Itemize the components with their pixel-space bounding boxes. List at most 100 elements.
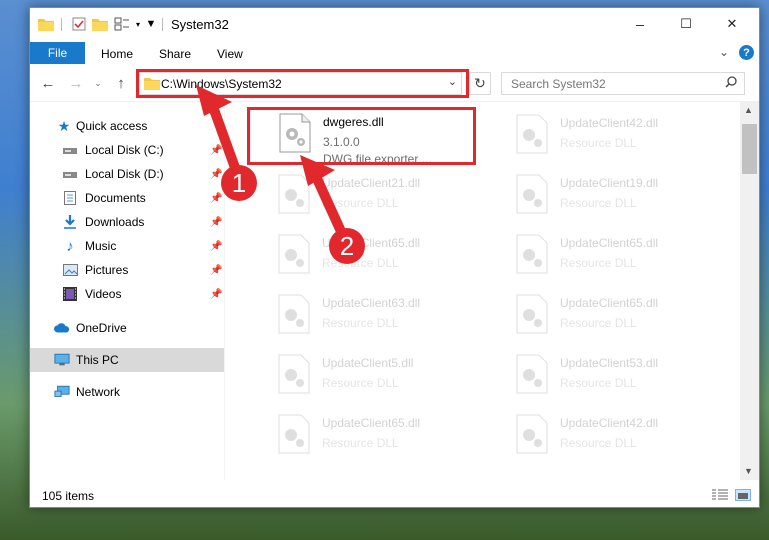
file-name: UpdateClient65.dll	[560, 296, 659, 310]
tab-home[interactable]: Home	[101, 47, 133, 61]
scroll-thumb[interactable]	[742, 124, 757, 174]
navigation-pane: ★ Quick access Local Disk (C:) 📌 Local D…	[30, 102, 224, 480]
search-input[interactable]: Search System32	[501, 72, 745, 95]
file-type: Resource DLL	[560, 316, 637, 330]
sidebar-item-music[interactable]: ♪ Music 📌	[30, 234, 224, 258]
dll-file-icon	[516, 234, 548, 274]
dll-file-icon	[516, 114, 548, 154]
dll-file-icon	[278, 354, 310, 394]
file-highlight	[247, 107, 476, 165]
sidebar-item-quick-access[interactable]: ★ Quick access	[30, 114, 224, 138]
file-name: UpdateClient21.dll	[322, 176, 421, 190]
sidebar-item-label: Documents	[85, 191, 146, 205]
file-name: UpdateClient42.dll	[560, 116, 659, 130]
address-bar-highlight	[136, 69, 469, 98]
large-icons-view-icon[interactable]	[735, 489, 751, 501]
file-item[interactable]: UpdateClient21.dll Resource DLL	[250, 170, 476, 226]
file-item[interactable]: UpdateClient42.dll Resource DLL	[488, 110, 714, 166]
file-name: UpdateClient63.dll	[322, 296, 421, 310]
file-type: Resource DLL	[560, 376, 637, 390]
window-title: System32	[171, 17, 229, 32]
sidebar-item-local-disk-d[interactable]: Local Disk (D:) 📌	[30, 162, 224, 186]
sidebar-item-onedrive[interactable]: OneDrive	[30, 316, 224, 340]
dll-file-icon	[516, 174, 548, 214]
file-item[interactable]: UpdateClient42.dll Resource DLL	[488, 410, 714, 466]
quick-access-toolbar-menu-icon[interactable]: ▼	[143, 16, 159, 32]
pin-icon[interactable]: 📌	[210, 169, 222, 180]
sidebar-item-label: Music	[85, 239, 117, 253]
properties-icon[interactable]	[71, 16, 87, 32]
help-icon[interactable]: ?	[739, 45, 754, 60]
folder-icon	[38, 16, 54, 32]
file-name: UpdateClient5.dll	[322, 356, 414, 370]
dll-file-icon	[278, 174, 310, 214]
sidebar-item-label: Network	[76, 385, 121, 399]
scroll-up-icon[interactable]: ▲	[744, 105, 753, 115]
sidebar-item-downloads[interactable]: Downloads 📌	[30, 210, 224, 234]
sidebar-item-label: This PC	[76, 353, 119, 367]
file-type: Resource DLL	[560, 436, 637, 450]
file-name: UpdateClient53.dll	[560, 356, 659, 370]
back-arrow-icon[interactable]: ←	[39, 74, 57, 92]
sidebar-item-label: Local Disk (D:)	[85, 167, 164, 181]
new-folder-icon[interactable]	[92, 16, 108, 32]
vertical-scrollbar[interactable]: ▲ ▼	[740, 102, 759, 480]
documents-icon	[62, 190, 78, 206]
pin-icon[interactable]: 📌	[210, 193, 222, 204]
file-type: Resource DLL	[560, 136, 637, 150]
ribbon: File Home Share View ⌄	[30, 40, 759, 64]
pin-icon[interactable]: 📌	[210, 265, 222, 276]
recent-locations-icon[interactable]: ⌄	[89, 74, 107, 92]
details-view-icon[interactable]	[712, 489, 728, 501]
sidebar-item-videos[interactable]: Videos 📌	[30, 282, 224, 306]
maximize-button[interactable]: ☐	[663, 8, 709, 40]
drive-icon	[62, 166, 78, 182]
search-icon[interactable]	[725, 76, 737, 91]
sidebar-item-documents[interactable]: Documents 📌	[30, 186, 224, 210]
music-icon: ♪	[66, 237, 74, 255]
sidebar-item-label: Quick access	[76, 119, 148, 133]
dll-file-icon	[278, 414, 310, 454]
scroll-down-icon[interactable]: ▼	[744, 466, 753, 476]
layout-icon[interactable]	[114, 16, 130, 32]
cloud-icon	[54, 320, 70, 336]
file-item[interactable]: UpdateClient65.dll Resource DLL	[250, 230, 476, 286]
refresh-icon[interactable]: ↻	[469, 72, 491, 95]
file-type: Resource DLL	[322, 376, 399, 390]
close-button[interactable]: ✕	[709, 8, 755, 40]
file-name: UpdateClient65.dll	[322, 236, 421, 250]
tab-view[interactable]: View	[217, 47, 243, 61]
file-item[interactable]: UpdateClient19.dll Resource DLL	[488, 170, 714, 226]
dll-file-icon	[516, 414, 548, 454]
file-name: UpdateClient19.dll	[560, 176, 659, 190]
file-type: Resource DLL	[322, 196, 399, 210]
file-name: UpdateClient42.dll	[560, 416, 659, 430]
sidebar-item-label: Local Disk (C:)	[85, 143, 164, 157]
sidebar-item-local-disk-c[interactable]: Local Disk (C:) 📌	[30, 138, 224, 162]
pin-icon[interactable]: 📌	[210, 289, 222, 300]
pin-icon[interactable]: 📌	[210, 241, 222, 252]
pane-splitter[interactable]	[224, 102, 225, 480]
dll-file-icon	[516, 354, 548, 394]
file-item[interactable]: UpdateClient5.dll Resource DLL	[250, 350, 476, 406]
file-type: Resource DLL	[322, 436, 399, 450]
file-item[interactable]: UpdateClient53.dll Resource DLL	[488, 350, 714, 406]
tab-share[interactable]: Share	[159, 47, 191, 61]
file-type: Resource DLL	[322, 316, 399, 330]
file-item[interactable]: UpdateClient65.dll Resource DLL	[488, 290, 714, 346]
sidebar-item-this-pc[interactable]: This PC	[30, 348, 224, 372]
sidebar-item-label: Videos	[85, 287, 122, 301]
pin-icon[interactable]: 📌	[210, 217, 222, 228]
file-item[interactable]: UpdateClient65.dll Resource DLL	[250, 410, 476, 466]
sidebar-item-pictures[interactable]: Pictures 📌	[30, 258, 224, 282]
sidebar-item-network[interactable]: Network	[30, 380, 224, 404]
forward-arrow-icon[interactable]: →	[67, 74, 85, 92]
up-arrow-icon[interactable]: ↑	[112, 74, 130, 92]
computer-icon	[54, 352, 70, 368]
file-item[interactable]: UpdateClient65.dll Resource DLL	[488, 230, 714, 286]
file-item[interactable]: UpdateClient63.dll Resource DLL	[250, 290, 476, 346]
tab-file[interactable]: File	[30, 42, 85, 64]
minimize-button[interactable]: –	[617, 8, 663, 40]
pin-icon[interactable]: 📌	[210, 145, 222, 156]
expand-ribbon-icon[interactable]: ⌄	[719, 45, 729, 59]
